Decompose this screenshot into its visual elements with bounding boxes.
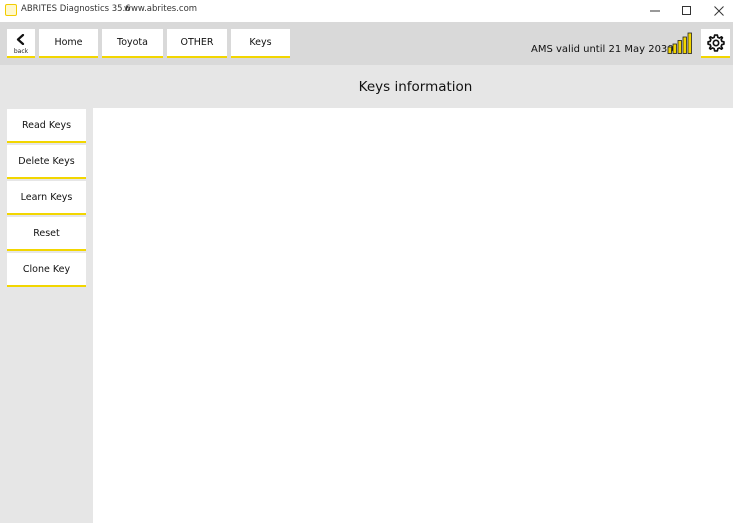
learn-keys-button[interactable]: Learn Keys <box>7 181 86 215</box>
breadcrumb-other[interactable]: OTHER <box>167 29 227 58</box>
title-bar: ABRITES Diagnostics 35.6 www.abrites.com <box>0 0 733 22</box>
content-panel <box>93 108 733 523</box>
back-label: back <box>13 48 29 55</box>
minimize-button[interactable] <box>639 0 671 22</box>
close-icon <box>714 6 724 16</box>
delete-keys-button[interactable]: Delete Keys <box>7 145 86 179</box>
window-url: www.abrites.com <box>124 4 198 14</box>
maximize-button[interactable] <box>671 0 703 22</box>
settings-button[interactable] <box>701 29 730 58</box>
minimize-icon <box>650 10 660 12</box>
page-title: Keys information <box>358 79 473 95</box>
chevron-left-icon <box>16 34 25 45</box>
maximize-icon <box>682 6 691 15</box>
window-title: ABRITES Diagnostics 35.6 <box>21 4 131 14</box>
breadcrumb-keys[interactable]: Keys <box>231 29 290 58</box>
clone-key-button[interactable]: Clone Key <box>7 253 86 287</box>
page-header: Keys information <box>0 65 733 108</box>
abrites-app-icon <box>5 4 17 16</box>
gear-icon <box>706 33 725 52</box>
signal-strength-icon <box>667 32 692 54</box>
read-keys-button[interactable]: Read Keys <box>7 109 86 143</box>
close-button[interactable] <box>703 0 733 22</box>
license-status: AMS valid until 21 May 2030 <box>531 44 674 55</box>
breadcrumb-home[interactable]: Home <box>39 29 98 58</box>
back-button[interactable]: back <box>7 29 35 58</box>
reset-button[interactable]: Reset <box>7 217 86 251</box>
navigation-bar: back Home Toyota OTHER Keys AMS valid un… <box>0 22 733 65</box>
sidebar: Read Keys Delete Keys Learn Keys Reset C… <box>0 108 93 523</box>
breadcrumb-toyota[interactable]: Toyota <box>102 29 163 58</box>
